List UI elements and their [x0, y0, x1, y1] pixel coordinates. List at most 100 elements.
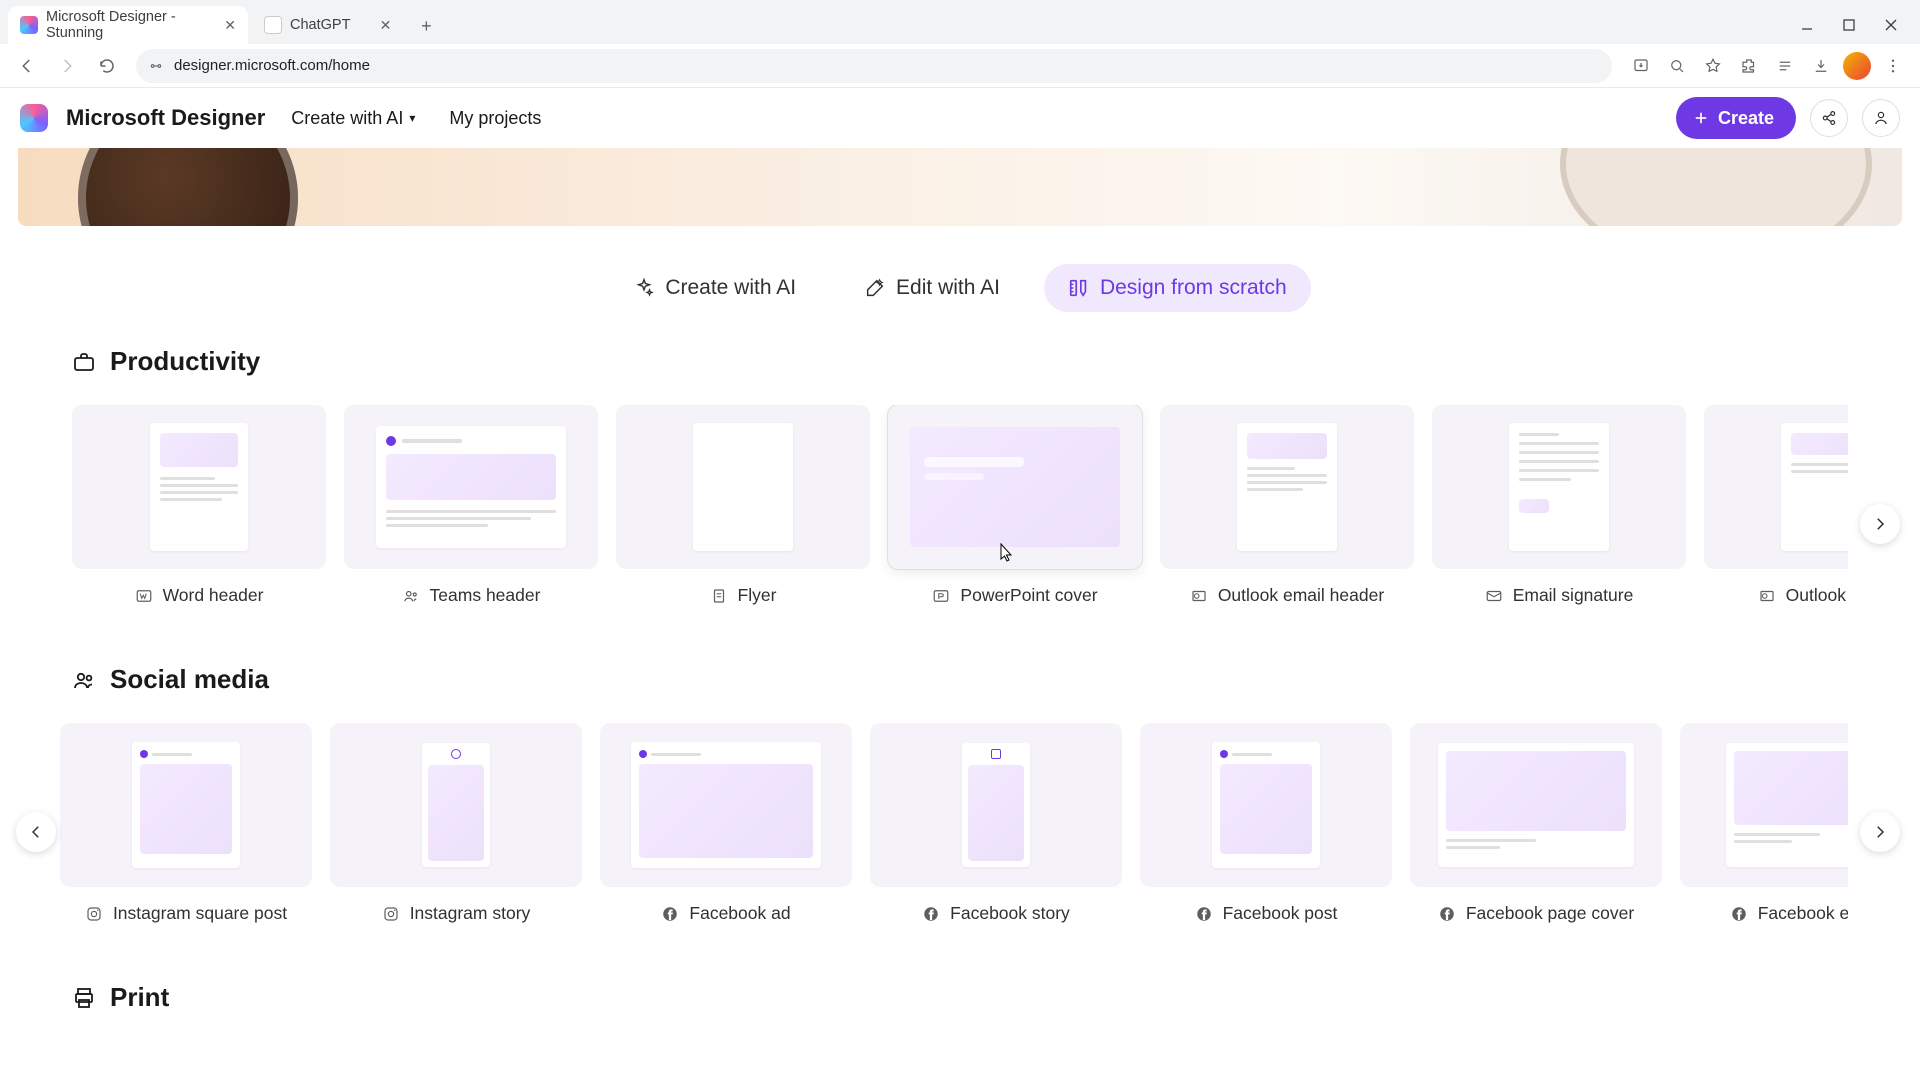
- card-email-signature[interactable]: Email signature: [1432, 405, 1686, 606]
- forward-button[interactable]: [50, 49, 84, 83]
- instagram-icon: [382, 905, 400, 923]
- section-productivity: Productivity Word header Teams header Fl…: [72, 346, 1848, 606]
- address-bar[interactable]: designer.microsoft.com/home: [136, 49, 1612, 83]
- site-info-icon[interactable]: [148, 58, 164, 74]
- install-app-icon[interactable]: [1624, 49, 1658, 83]
- printer-icon: [72, 986, 96, 1010]
- card-label-text: Outlook email header: [1218, 585, 1384, 606]
- facebook-icon: [1195, 905, 1213, 923]
- card-facebook-ad[interactable]: Facebook ad: [600, 723, 852, 924]
- menu-icon[interactable]: [1876, 49, 1910, 83]
- plus-icon: [1692, 109, 1710, 127]
- card-label-text: Instagram square post: [113, 903, 287, 924]
- reload-button[interactable]: [90, 49, 124, 83]
- create-button-label: Create: [1718, 108, 1774, 129]
- hero-banner: [18, 148, 1902, 226]
- app-header: Microsoft Designer Create with AI ▾ My p…: [0, 88, 1920, 148]
- card-word-header[interactable]: Word header: [72, 405, 326, 606]
- browser-tab-chatgpt[interactable]: ChatGPT ✕: [252, 6, 404, 44]
- downloads-icon[interactable]: [1804, 49, 1838, 83]
- card-label-text: Teams header: [430, 585, 541, 606]
- card-label-text: Flyer: [738, 585, 777, 606]
- teams-icon: [402, 587, 420, 605]
- carousel-next-button[interactable]: [1860, 504, 1900, 544]
- browser-tab-designer[interactable]: Microsoft Designer - Stunning ✕: [8, 6, 248, 44]
- card-label-text: Instagram story: [410, 903, 531, 924]
- section-social-media: Social media Instagram square post Insta…: [72, 664, 1848, 924]
- tab-create-with-ai[interactable]: Create with AI: [609, 264, 820, 312]
- card-teams-header[interactable]: Teams header: [344, 405, 598, 606]
- ruler-pencil-icon: [1068, 277, 1090, 299]
- card-facebook-story[interactable]: Facebook story: [870, 723, 1122, 924]
- section-print: Print: [72, 982, 1848, 1013]
- people-icon: [72, 668, 96, 692]
- carousel-next-button[interactable]: [1860, 812, 1900, 852]
- tab-design-from-scratch[interactable]: Design from scratch: [1044, 264, 1311, 312]
- card-instagram-square[interactable]: Instagram square post: [60, 723, 312, 924]
- close-icon[interactable]: ✕: [224, 18, 236, 32]
- card-label-text: Facebook page cover: [1466, 903, 1634, 924]
- extensions-icon[interactable]: [1732, 49, 1766, 83]
- mail-icon: [1485, 587, 1503, 605]
- close-icon[interactable]: ✕: [378, 18, 392, 32]
- card-label-text: Outlook Eventif: [1786, 585, 1848, 606]
- back-button[interactable]: [10, 49, 44, 83]
- card-facebook-event[interactable]: Facebook event: [1680, 723, 1848, 924]
- card-label-text: Facebook event: [1758, 903, 1848, 924]
- brand-name[interactable]: Microsoft Designer: [66, 105, 265, 131]
- browser-toolbar: designer.microsoft.com/home: [0, 44, 1920, 88]
- card-facebook-post[interactable]: Facebook post: [1140, 723, 1392, 924]
- nav-label: My projects: [449, 108, 541, 129]
- outlook-icon: [1190, 587, 1208, 605]
- profile-avatar[interactable]: [1840, 49, 1874, 83]
- card-facebook-page-cover[interactable]: Facebook page cover: [1410, 723, 1662, 924]
- card-powerpoint-cover[interactable]: PowerPoint cover: [888, 405, 1142, 606]
- window-controls: [1800, 18, 1912, 44]
- designer-logo[interactable]: [20, 104, 48, 132]
- bookmark-icon[interactable]: [1696, 49, 1730, 83]
- card-label-text: Word header: [163, 585, 264, 606]
- card-outlook-eventify[interactable]: Outlook Eventif: [1704, 405, 1848, 606]
- minimize-icon[interactable]: [1800, 18, 1814, 32]
- share-button[interactable]: [1810, 99, 1848, 137]
- magic-wand-icon: [864, 277, 886, 299]
- chevron-down-icon: ▾: [409, 111, 415, 125]
- instagram-icon: [85, 905, 103, 923]
- tab-label: Edit with AI: [896, 276, 1000, 300]
- main-content: Productivity Word header Teams header Fl…: [0, 334, 1920, 1013]
- productivity-cards: Word header Teams header Flyer PowerPoin…: [72, 405, 1848, 606]
- tab-title: Microsoft Designer - Stunning: [46, 9, 196, 41]
- card-label-text: Email signature: [1513, 585, 1634, 606]
- card-outlook-email-header[interactable]: Outlook email header: [1160, 405, 1414, 606]
- tab-label: Design from scratch: [1100, 276, 1287, 300]
- url-text: designer.microsoft.com/home: [174, 57, 370, 74]
- new-tab-button[interactable]: +: [412, 12, 440, 40]
- card-label-text: Facebook ad: [689, 903, 790, 924]
- card-instagram-story[interactable]: Instagram story: [330, 723, 582, 924]
- carousel-prev-button[interactable]: [16, 812, 56, 852]
- zoom-icon[interactable]: [1660, 49, 1694, 83]
- section-title: Productivity: [110, 346, 260, 377]
- outlook-icon: [1758, 587, 1776, 605]
- create-button[interactable]: Create: [1676, 97, 1796, 139]
- reading-list-icon[interactable]: [1768, 49, 1802, 83]
- briefcase-icon: [72, 350, 96, 374]
- designer-favicon: [20, 16, 38, 34]
- tab-title: ChatGPT: [290, 17, 350, 33]
- maximize-icon[interactable]: [1842, 18, 1856, 32]
- card-label-text: Facebook story: [950, 903, 1070, 924]
- action-tabs: Create with AI Edit with AI Design from …: [0, 226, 1920, 334]
- account-button[interactable]: [1862, 99, 1900, 137]
- nav-my-projects[interactable]: My projects: [441, 102, 549, 135]
- nav-label: Create with AI: [291, 108, 403, 129]
- card-flyer[interactable]: Flyer: [616, 405, 870, 606]
- tab-edit-with-ai[interactable]: Edit with AI: [840, 264, 1024, 312]
- sparkle-icon: [633, 277, 655, 299]
- browser-titlebar: Microsoft Designer - Stunning ✕ ChatGPT …: [0, 0, 1920, 44]
- chatgpt-favicon: [264, 16, 282, 34]
- section-title: Print: [110, 982, 169, 1013]
- card-label-text: PowerPoint cover: [960, 585, 1097, 606]
- facebook-icon: [1438, 905, 1456, 923]
- nav-create-with-ai[interactable]: Create with AI ▾: [283, 102, 423, 135]
- close-window-icon[interactable]: [1884, 18, 1898, 32]
